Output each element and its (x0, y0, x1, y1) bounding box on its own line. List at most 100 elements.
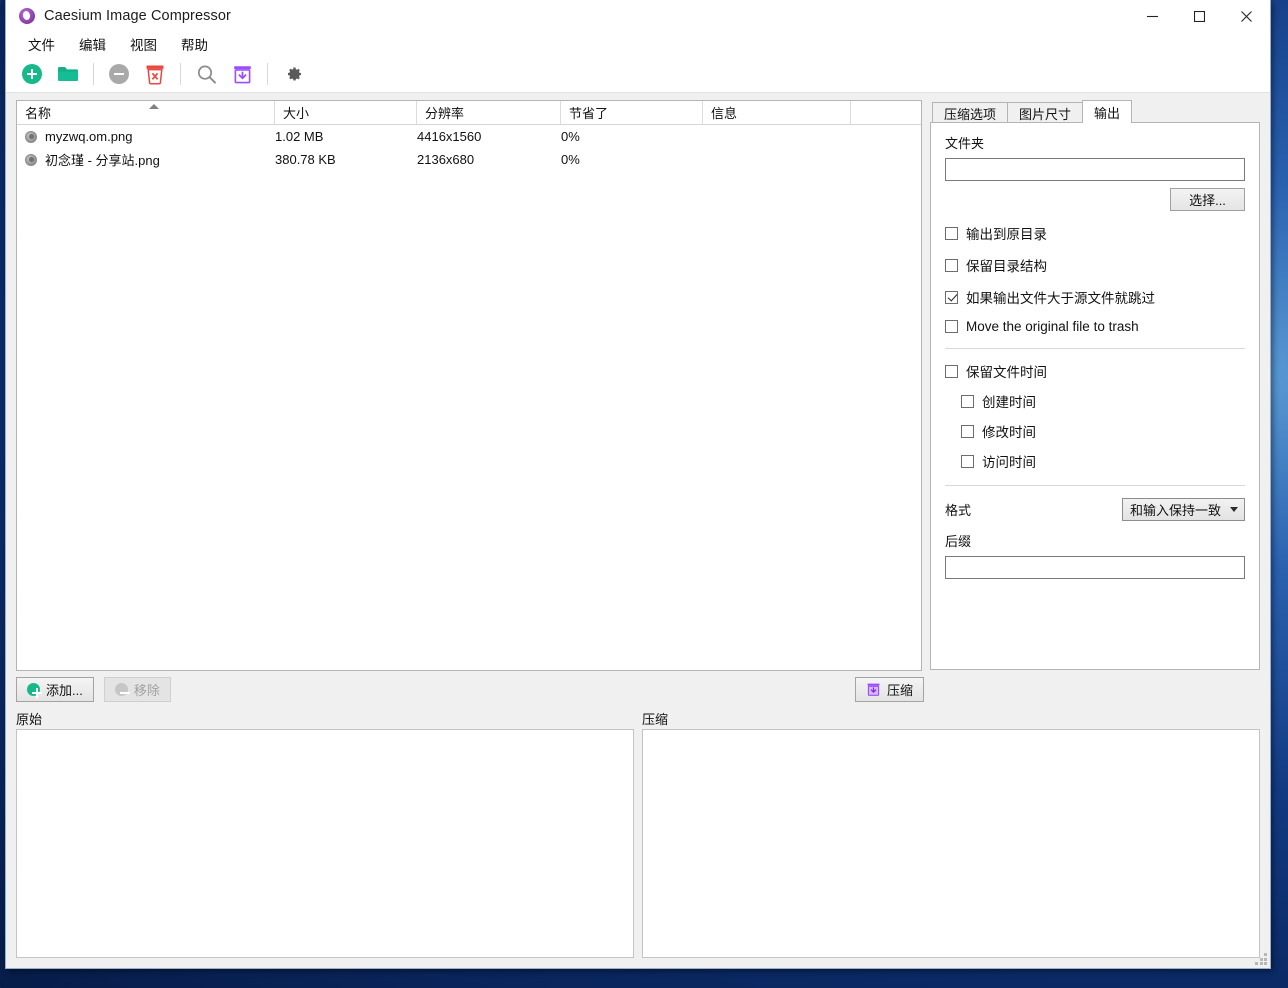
file-size-cell: 1.02 MB (275, 129, 417, 144)
tab-output[interactable]: 输出 (1082, 100, 1132, 123)
choose-folder-button[interactable]: 选择... (1170, 188, 1245, 211)
title-bar: Caesium Image Compressor (6, 0, 1270, 32)
compress-button[interactable]: 压缩 (855, 677, 924, 702)
checkbox-icon (945, 320, 958, 333)
checkbox-icon (961, 395, 974, 408)
compressed-preview-box[interactable] (642, 729, 1260, 958)
format-row: 格式 和输入保持一致 (945, 498, 1245, 521)
tab-image-size[interactable]: 图片尺寸 (1007, 102, 1083, 123)
application-window: Caesium Image Compressor 文件 编辑 视图 帮助 (5, 0, 1271, 969)
action-bar: 添加... 移除 压缩 (6, 671, 1270, 707)
checkbox-label: 输出到原目录 (966, 223, 1047, 243)
column-header-info[interactable]: 信息 (703, 101, 851, 124)
settings-button[interactable] (277, 59, 309, 89)
column-header-name-label: 名称 (25, 103, 51, 122)
format-select-value: 和输入保持一致 (1130, 500, 1221, 519)
options-panel: 压缩选项 图片尺寸 输出 文件夹 选择... 输出到原目录 (930, 100, 1260, 671)
plus-circle-icon (22, 64, 42, 84)
format-label: 格式 (945, 500, 971, 519)
checkbox-icon (945, 365, 958, 378)
trash-icon (145, 64, 165, 85)
suffix-input[interactable] (945, 556, 1245, 579)
checkbox-access-date[interactable]: 访问时间 (961, 451, 1245, 471)
folder-label: 文件夹 (945, 133, 1245, 152)
add-files-button[interactable] (16, 59, 48, 89)
remove-button-label: 移除 (134, 680, 160, 699)
resize-grip[interactable] (1255, 953, 1267, 965)
tab-strip: 压缩选项 图片尺寸 输出 (930, 100, 1260, 123)
file-status-icon (25, 131, 37, 143)
file-list[interactable]: 名称 大小 分辨率 节省了 信息 myzwq.om.p (16, 100, 922, 671)
menu-view[interactable]: 视图 (121, 32, 166, 56)
file-name-cell: 初念瑾 - 分享站.png (17, 150, 275, 169)
menu-file[interactable]: 文件 (19, 32, 64, 56)
tab-compression-options[interactable]: 压缩选项 (932, 102, 1008, 123)
toolbar-separator-1 (93, 63, 94, 85)
compress-toolbar-button[interactable] (226, 59, 258, 89)
checkbox-move-original-to-trash[interactable]: Move the original file to trash (945, 319, 1245, 334)
window-controls (1129, 0, 1270, 32)
plus-circle-icon (27, 683, 40, 696)
column-header-filler (851, 101, 921, 124)
remove-button[interactable]: 移除 (104, 677, 171, 702)
checkbox-keep-file-dates[interactable]: 保留文件时间 (945, 361, 1245, 381)
output-folder-input[interactable] (945, 158, 1245, 181)
file-status-icon (25, 154, 37, 166)
sort-ascending-icon (149, 104, 159, 109)
checkbox-icon (961, 455, 974, 468)
checkbox-icon (945, 227, 958, 240)
file-resolution-cell: 4416x1560 (417, 129, 561, 144)
original-preview-column: 原始 (16, 707, 634, 958)
checkbox-modified-date[interactable]: 修改时间 (961, 421, 1245, 441)
main-body: 名称 大小 分辨率 节省了 信息 myzwq.om.p (6, 93, 1270, 968)
file-list-area: 名称 大小 分辨率 节省了 信息 myzwq.om.p (16, 100, 922, 671)
table-row[interactable]: 初念瑾 - 分享站.png 380.78 KB 2136x680 0% (17, 148, 921, 171)
magnifier-icon (196, 64, 217, 85)
checkbox-label: 访问时间 (982, 451, 1036, 471)
checkbox-creation-date[interactable]: 创建时间 (961, 391, 1245, 411)
toolbar (6, 56, 1270, 93)
checkbox-keep-dir-structure[interactable]: 保留目录结构 (945, 255, 1245, 275)
file-name-label: 初念瑾 - 分享站.png (45, 150, 160, 169)
divider-1 (945, 348, 1245, 349)
column-header-size[interactable]: 大小 (275, 101, 417, 124)
gear-icon (283, 64, 304, 85)
suffix-label: 后缀 (945, 531, 1245, 550)
toolbar-separator-2 (180, 63, 181, 85)
menu-bar: 文件 编辑 视图 帮助 (6, 32, 1270, 56)
column-header-name[interactable]: 名称 (17, 101, 275, 124)
checkbox-output-to-source-dir[interactable]: 输出到原目录 (945, 223, 1245, 243)
original-preview-label: 原始 (16, 707, 634, 729)
format-select[interactable]: 和输入保持一致 (1122, 498, 1245, 521)
divider-2 (945, 485, 1245, 486)
add-folder-button[interactable] (52, 59, 84, 89)
minimize-button[interactable] (1129, 0, 1176, 32)
top-split: 名称 大小 分辨率 节省了 信息 myzwq.om.p (6, 93, 1270, 671)
column-header-saved[interactable]: 节省了 (561, 101, 703, 124)
file-name-label: myzwq.om.png (45, 129, 132, 144)
checkbox-label: 如果输出文件大于源文件就跳过 (966, 287, 1155, 307)
file-size-cell: 380.78 KB (275, 152, 417, 167)
table-row[interactable]: myzwq.om.png 1.02 MB 4416x1560 0% (17, 125, 921, 148)
close-button[interactable] (1223, 0, 1270, 32)
file-list-rows: myzwq.om.png 1.02 MB 4416x1560 0% 初念瑾 (17, 125, 921, 670)
menu-edit[interactable]: 编辑 (70, 32, 115, 56)
minus-circle-icon (109, 64, 129, 84)
file-name-cell: myzwq.om.png (17, 129, 275, 144)
checkbox-label: 修改时间 (982, 421, 1036, 441)
file-resolution-cell: 2136x680 (417, 152, 561, 167)
preview-button[interactable] (190, 59, 222, 89)
compressed-preview-column: 压缩 (642, 707, 1260, 958)
original-preview-box[interactable] (16, 729, 634, 958)
menu-help[interactable]: 帮助 (172, 32, 217, 56)
clear-list-button[interactable] (139, 59, 171, 89)
maximize-button[interactable] (1176, 0, 1223, 32)
compress-button-label: 压缩 (887, 680, 913, 699)
add-button[interactable]: 添加... (16, 677, 94, 702)
folder-icon (57, 64, 79, 84)
checkbox-label: 保留目录结构 (966, 255, 1047, 275)
file-list-header: 名称 大小 分辨率 节省了 信息 (17, 101, 921, 125)
column-header-resolution[interactable]: 分辨率 (417, 101, 561, 124)
checkbox-skip-if-larger[interactable]: 如果输出文件大于源文件就跳过 (945, 287, 1245, 307)
remove-button[interactable] (103, 59, 135, 89)
